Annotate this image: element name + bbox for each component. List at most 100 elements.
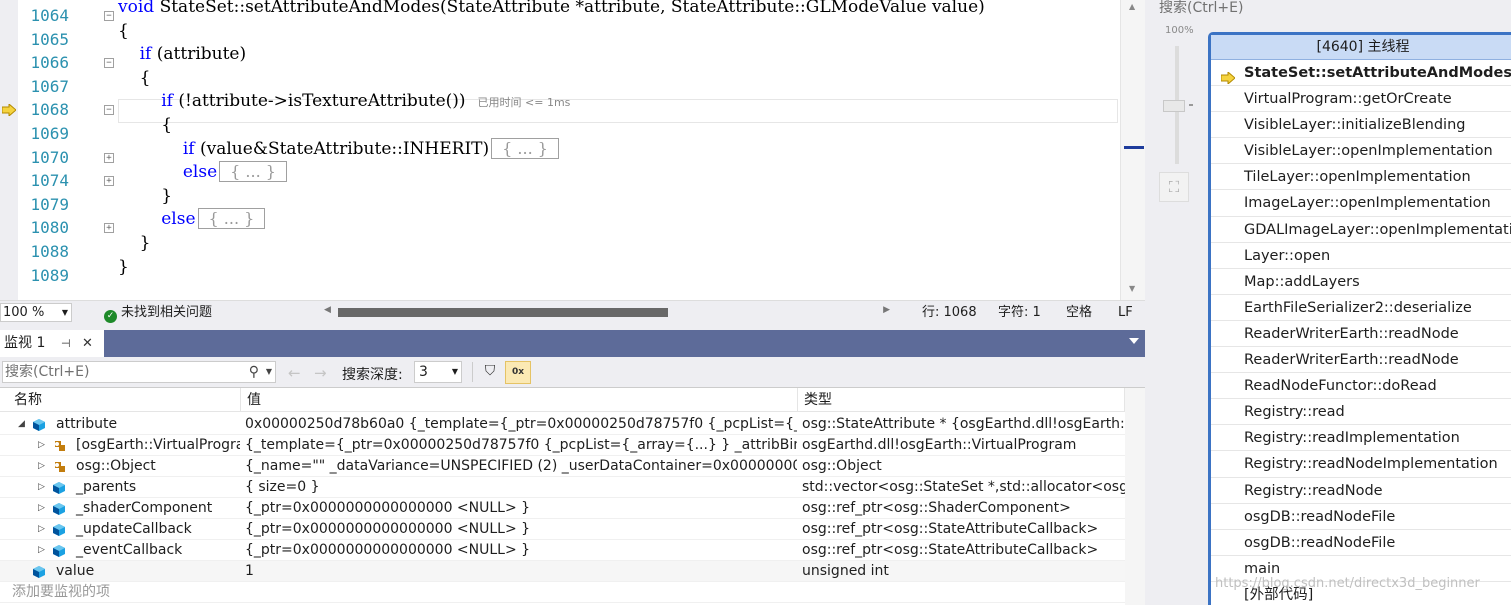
expand-arrow-icon[interactable]: ▷ [38,540,45,561]
watch-name-cell[interactable]: ◢ attribute [0,414,240,435]
zoom-slider[interactable]: 100% [1161,22,1195,172]
stack-frame[interactable]: Registry::readNode [1211,478,1511,504]
pin-icon[interactable]: ⊣ [61,330,71,357]
code-line[interactable]: void StateSet::setAttributeAndModes(Stat… [118,0,985,20]
stack-frame[interactable]: GDALImageLayer::openImplementation [1211,217,1511,243]
code-line[interactable]: else{ ... } [118,208,266,232]
glyph-margin[interactable] [0,0,18,300]
stack-frame[interactable]: osgDB::readNodeFile [1211,504,1511,530]
search-forward-icon[interactable]: → [314,364,327,382]
stack-frame[interactable]: ImageLayer::openImplementation [1211,190,1511,217]
stack-frame[interactable]: ReaderWriterEarth::readNode [1211,347,1511,374]
watch-row[interactable]: ▷ _eventCallback {_ptr=0x0000000000000000 … [0,540,1125,561]
close-icon[interactable]: ✕ [82,330,93,357]
hex-display-toggle-icon[interactable]: 0x [505,361,531,384]
stack-frame[interactable]: VirtualProgram::getOrCreate [1211,86,1511,113]
add-watch-placeholder[interactable]: 添加要监视的项 [12,582,110,603]
watch-value-cell[interactable]: { size=0 } [245,477,797,498]
watch-row[interactable]: ◢ attribute 0x00000250d78b60a0 {_template=… [0,414,1125,435]
collapsed-region[interactable]: { ... } [491,137,559,159]
code-line[interactable]: } [118,232,151,256]
watch-value-cell[interactable]: {_ptr=0x0000000000000000 <NULL> } [245,498,797,519]
scroll-left-icon[interactable]: ◀ [324,305,331,315]
code-line[interactable]: { [118,67,151,91]
watch-name-cell[interactable]: ▷ _eventCallback [0,540,240,561]
slider-knob[interactable] [1163,100,1185,112]
editor-horizontal-scrollbar[interactable]: ◀ ▶ [322,305,892,319]
filter-icon[interactable]: ⛉ [480,363,500,383]
watch-value-cell[interactable]: {_ptr=0x0000000000000000 <NULL> } [245,519,797,540]
stack-frame[interactable]: Map::addLayers [1211,269,1511,295]
watch-row[interactable]: ▷ osg::Object {_name="" _dataVariance=UNSP… [0,456,1125,477]
collapsed-region[interactable]: { ... } [219,161,287,183]
panel-splitter[interactable] [0,323,1145,330]
char-indicator[interactable]: 字符: 1 [998,301,1041,324]
watch-value-cell[interactable]: 0x00000250d78b60a0 {_template={_ptr=0x00… [245,414,797,435]
stack-frame[interactable]: VisibleLayer::openImplementation [1211,138,1511,165]
code-line[interactable]: else{ ... } [118,161,287,185]
watch-row[interactable]: ▷ [osgEarth::VirtualProgra... {_template={… [0,435,1125,456]
expand-arrow-icon[interactable]: ▷ [38,498,45,519]
add-watch-row[interactable]: 添加要监视的项 [0,582,1125,603]
stack-frame[interactable]: Layer::open [1211,243,1511,269]
scrollbar-thumb[interactable] [338,308,668,317]
tab-watch-1[interactable]: 监视 1 ⊣ ✕ [0,330,104,357]
watch-row[interactable]: ▷ _shaderComponent {_ptr=0x000000000000000… [0,498,1125,519]
watch-vertical-scrollbar[interactable] [1125,388,1145,605]
code-line[interactable]: if (attribute) [118,43,247,67]
perf-tip[interactable]: 已用时间 <= 1ms [478,96,571,109]
code-line[interactable]: if (value&StateAttribute::INHERIT){ ... … [118,137,559,162]
stack-frame[interactable]: EarthFileSerializer2::deserialize [1211,295,1511,321]
watch-name-cell[interactable]: ▷ _updateCallback [0,519,240,540]
watch-row[interactable]: ▷ _updateCallback {_ptr=0x0000000000000000… [0,519,1125,540]
stack-frame[interactable]: Registry::readImplementation [1211,425,1511,452]
search-depth-select[interactable]: 3 ▼ [414,361,462,383]
vertical-splitter[interactable] [1145,0,1153,605]
code-editor[interactable]: 1064 1065 1066 1067 1068 1069 1070 1074 1079 1080… [0,0,1145,300]
watch-row[interactable]: ▷ _parents { size=0 } std::vector<osg::Stat… [0,477,1125,498]
search-back-icon[interactable]: ← [288,364,301,382]
code-line[interactable]: } [118,256,129,280]
expand-arrow-icon[interactable]: ▷ [38,435,45,456]
search-icon[interactable]: ⚲ [249,362,259,382]
issues-indicator[interactable]: ✓ 未找到相关问题 [104,301,212,324]
code-line[interactable]: if (!attribute->isTextureAttribute()) 已用时… [118,90,570,114]
stack-frame[interactable]: Registry::read [1211,399,1511,426]
expand-arrow-icon[interactable]: ▷ [38,456,45,477]
watch-name-cell[interactable]: value [0,561,240,582]
watch-row[interactable]: value 1 unsigned int [0,561,1125,582]
watch-name-cell[interactable]: ▷ osg::Object [0,456,240,477]
stack-frame[interactable]: TileLayer::openImplementation [1211,164,1511,191]
code-line[interactable]: { [118,20,129,44]
stack-frame[interactable]: Registry::readNodeImplementation [1211,451,1511,478]
parallel-stacks-search[interactable]: 搜索(Ctrl+E) [1159,0,1243,17]
column-header-name[interactable]: 名称 [0,388,241,412]
watch-value-cell[interactable]: {_template={_ptr=0x00000250d78757f0 {_pc… [245,435,797,456]
editor-vertical-scrollbar[interactable]: ▲ ▼ [1120,0,1145,300]
watch-value-cell[interactable]: {_ptr=0x0000000000000000 <NULL> } [245,540,797,561]
stack-frame[interactable]: StateSet::setAttributeAndModes [1211,60,1511,87]
line-ending-indicator[interactable]: LF [1118,301,1133,324]
watch-search-input[interactable]: 搜索(Ctrl+E) ⚲ ▼ [2,361,276,383]
window-menu-icon[interactable] [1129,338,1139,344]
column-header-type[interactable]: 类型 [798,388,1125,412]
scroll-right-icon[interactable]: ▶ [883,305,890,315]
scroll-up-icon[interactable]: ▲ [1129,2,1135,11]
collapse-arrow-icon[interactable]: ◢ [18,414,25,435]
whitespace-indicator[interactable]: 空格 [1066,301,1092,324]
stack-frame[interactable]: ReadNodeFunctor::doRead [1211,373,1511,400]
expand-arrow-icon[interactable]: ▷ [38,519,45,540]
watch-value-cell[interactable]: {_name="" _dataVariance=UNSPECIFIED (2) … [245,456,797,477]
stack-frame[interactable]: ReaderWriterEarth::readNode [1211,321,1511,348]
chevron-down-icon[interactable]: ▼ [266,362,272,382]
collapsed-region[interactable]: { ... } [197,208,266,230]
code-area[interactable]: void StateSet::setAttributeAndModes(Stat… [100,0,1120,300]
line-indicator[interactable]: 行: 1068 [922,301,977,324]
code-line[interactable]: { [118,114,172,138]
watch-value-cell[interactable]: 1 [245,561,797,582]
thread-stack-window[interactable]: [4640] 主线程 StateSet::setAttributeAndMode… [1208,32,1511,605]
zoom-select[interactable]: 100 % ▼ [0,303,72,322]
zoom-to-fit-icon[interactable]: ⛶ [1159,172,1189,202]
watch-name-cell[interactable]: ▷ _shaderComponent [0,498,240,519]
scroll-down-icon[interactable]: ▼ [1129,284,1135,293]
